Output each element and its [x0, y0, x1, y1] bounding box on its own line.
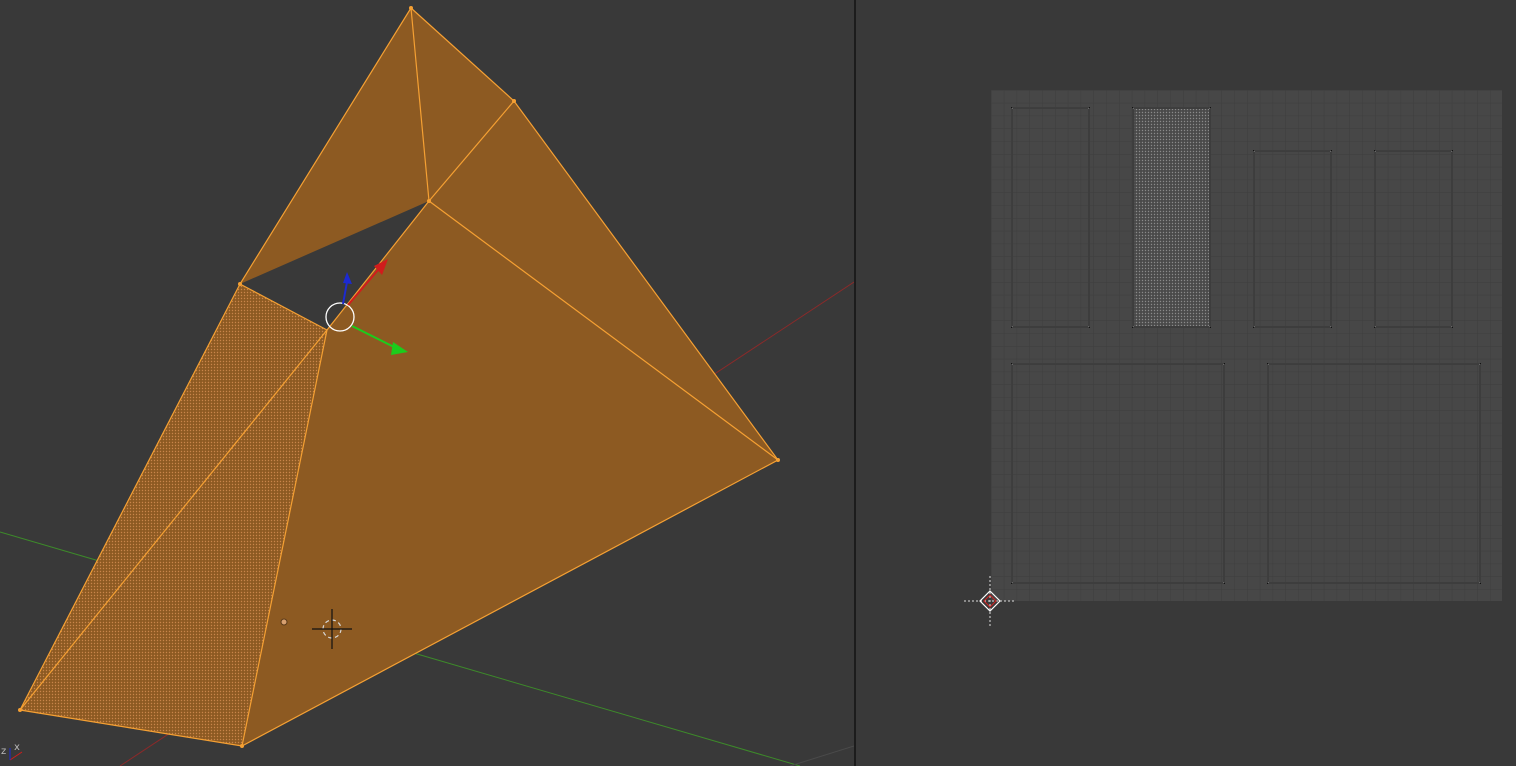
axis-indicator-z-label: z: [1, 746, 7, 757]
grid-line: [789, 745, 854, 766]
object-origin-icon: [280, 618, 288, 626]
viewport-canvas[interactable]: [0, 0, 854, 766]
uv-image-editor[interactable]: [856, 0, 1516, 766]
gizmo-z-axis[interactable]: [342, 281, 348, 305]
uv-grid-area[interactable]: [991, 90, 1502, 601]
3d-viewport[interactable]: z x: [0, 0, 854, 766]
mesh-object[interactable]: [20, 8, 778, 746]
gizmo-z-arrow-icon[interactable]: [343, 272, 352, 284]
uv-island-selected[interactable]: [1132, 107, 1211, 328]
uv-editor-canvas[interactable]: [856, 0, 1516, 766]
axis-indicator-x-label: x: [14, 742, 20, 753]
